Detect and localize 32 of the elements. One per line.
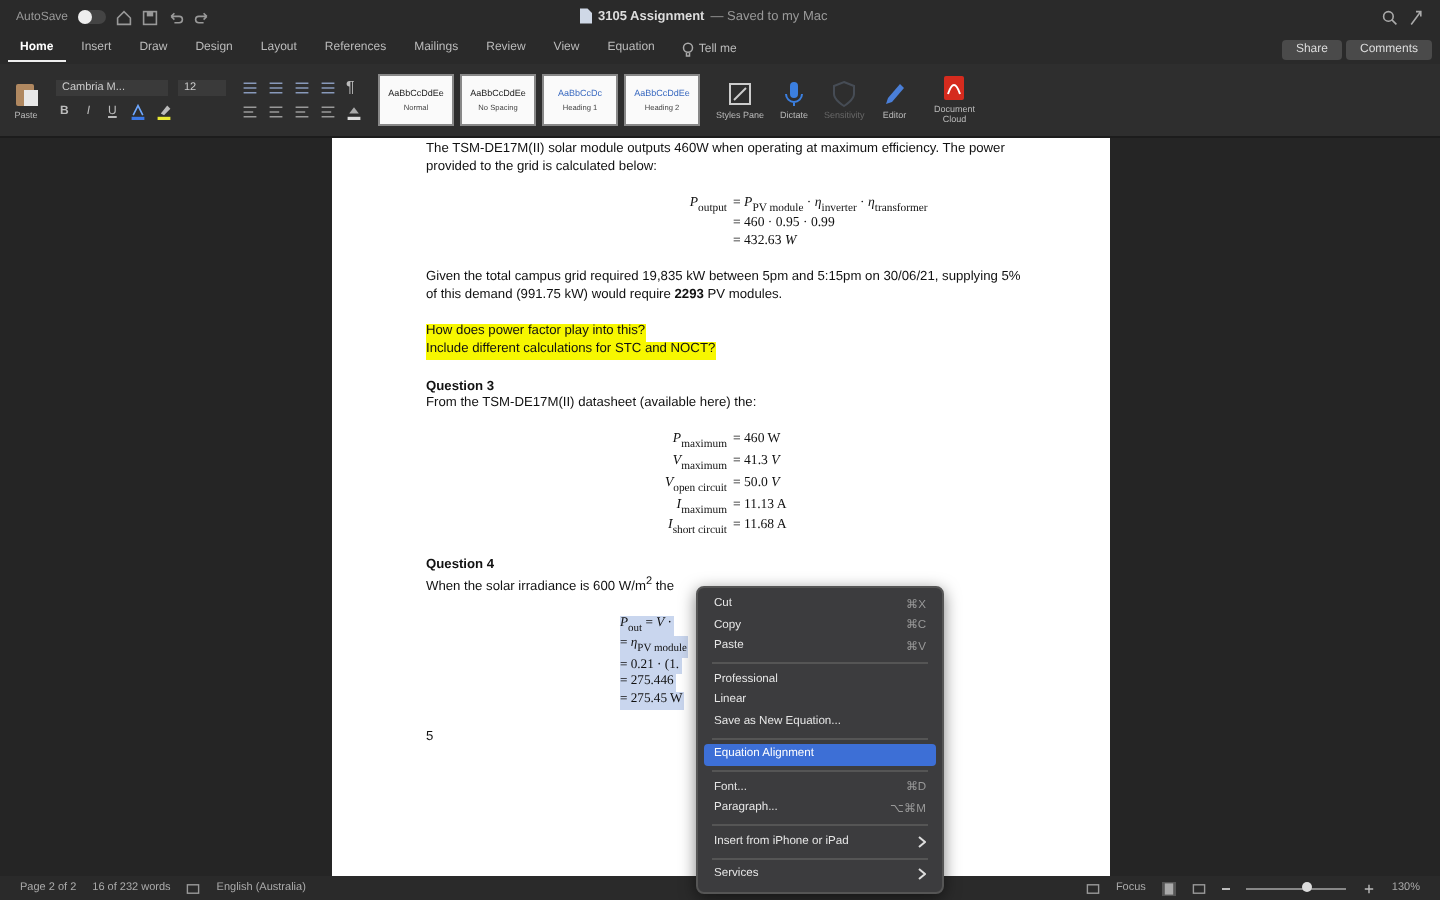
- undo-icon[interactable]: [168, 9, 185, 26]
- autosave-toggle[interactable]: [78, 10, 107, 25]
- pen-icon: [880, 79, 909, 108]
- search-icon[interactable]: [1382, 9, 1398, 26]
- proofing-icon[interactable]: [186, 881, 201, 895]
- zoom-in-icon[interactable]: [1361, 881, 1376, 895]
- align-icon[interactable]: [294, 104, 310, 121]
- align-icon[interactable]: [242, 104, 258, 121]
- show-formatting-button[interactable]: ¶: [346, 78, 355, 97]
- shield-icon: [830, 79, 859, 108]
- document-icon: [580, 8, 592, 24]
- web-layout-icon[interactable]: [1191, 881, 1206, 895]
- clipboard-icon: [12, 79, 40, 108]
- align-icon[interactable]: [268, 104, 284, 121]
- list-icon[interactable]: [268, 79, 284, 96]
- highlighter-icon[interactable]: [156, 103, 173, 120]
- zoom-slider-thumb[interactable]: [1302, 882, 1313, 892]
- pane-icon: [726, 79, 754, 108]
- lightbulb-icon: [682, 41, 695, 58]
- focus-icon[interactable]: [1085, 881, 1100, 895]
- pdf-icon: [940, 74, 969, 103]
- home-icon[interactable]: [116, 9, 133, 26]
- save-icon[interactable]: [142, 9, 159, 26]
- list-icon[interactable]: [294, 79, 310, 96]
- print-layout-icon[interactable]: [1161, 881, 1176, 895]
- redo-icon[interactable]: [194, 9, 211, 26]
- list-icon[interactable]: [242, 79, 258, 96]
- microphone-icon: [780, 79, 809, 108]
- shading-icon[interactable]: [346, 104, 362, 121]
- list-icon[interactable]: [320, 79, 336, 96]
- font-color-icon[interactable]: [130, 103, 147, 120]
- align-icon[interactable]: [320, 104, 336, 121]
